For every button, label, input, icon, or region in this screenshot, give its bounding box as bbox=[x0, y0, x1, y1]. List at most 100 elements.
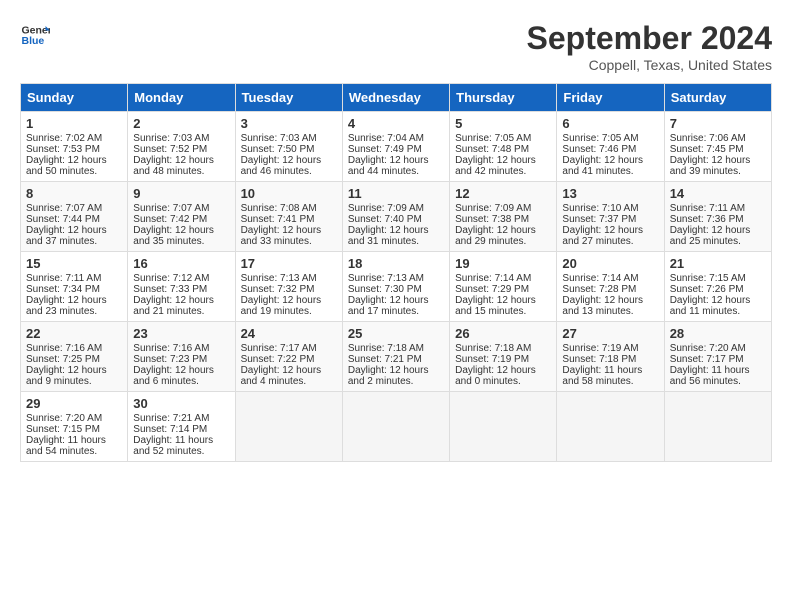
calendar-body: 1 Sunrise: 7:02 AM Sunset: 7:53 PM Dayli… bbox=[21, 112, 772, 462]
sunrise-label: Sunrise: 7:05 AM bbox=[455, 133, 531, 144]
daylight-label: Daylight: 12 hours and 13 minutes. bbox=[562, 295, 643, 317]
calendar-cell: 24 Sunrise: 7:17 AM Sunset: 7:22 PM Dayl… bbox=[235, 322, 342, 392]
calendar-cell bbox=[342, 392, 449, 462]
day-number: 30 bbox=[133, 396, 229, 411]
day-number: 11 bbox=[348, 186, 444, 201]
sunrise-label: Sunrise: 7:12 AM bbox=[133, 273, 209, 284]
daylight-label: Daylight: 12 hours and 17 minutes. bbox=[348, 295, 429, 317]
sunrise-label: Sunrise: 7:14 AM bbox=[562, 273, 638, 284]
calendar-cell bbox=[235, 392, 342, 462]
day-number: 2 bbox=[133, 116, 229, 131]
sunrise-label: Sunrise: 7:07 AM bbox=[26, 203, 102, 214]
daylight-label: Daylight: 12 hours and 0 minutes. bbox=[455, 365, 536, 387]
sunset-label: Sunset: 7:41 PM bbox=[241, 214, 315, 225]
calendar-week-3: 15 Sunrise: 7:11 AM Sunset: 7:34 PM Dayl… bbox=[21, 252, 772, 322]
day-number: 6 bbox=[562, 116, 658, 131]
calendar-cell: 22 Sunrise: 7:16 AM Sunset: 7:25 PM Dayl… bbox=[21, 322, 128, 392]
sunset-label: Sunset: 7:17 PM bbox=[670, 354, 744, 365]
calendar-cell: 26 Sunrise: 7:18 AM Sunset: 7:19 PM Dayl… bbox=[450, 322, 557, 392]
day-number: 26 bbox=[455, 326, 551, 341]
calendar-cell: 18 Sunrise: 7:13 AM Sunset: 7:30 PM Dayl… bbox=[342, 252, 449, 322]
day-number: 8 bbox=[26, 186, 122, 201]
sunset-label: Sunset: 7:23 PM bbox=[133, 354, 207, 365]
sunset-label: Sunset: 7:33 PM bbox=[133, 284, 207, 295]
sunrise-label: Sunrise: 7:08 AM bbox=[241, 203, 317, 214]
sunset-label: Sunset: 7:18 PM bbox=[562, 354, 636, 365]
sunrise-label: Sunrise: 7:09 AM bbox=[455, 203, 531, 214]
daylight-label: Daylight: 12 hours and 50 minutes. bbox=[26, 155, 107, 177]
daylight-label: Daylight: 12 hours and 15 minutes. bbox=[455, 295, 536, 317]
calendar-cell: 13 Sunrise: 7:10 AM Sunset: 7:37 PM Dayl… bbox=[557, 182, 664, 252]
daylight-label: Daylight: 12 hours and 23 minutes. bbox=[26, 295, 107, 317]
day-number: 4 bbox=[348, 116, 444, 131]
sunset-label: Sunset: 7:25 PM bbox=[26, 354, 100, 365]
calendar-cell: 6 Sunrise: 7:05 AM Sunset: 7:46 PM Dayli… bbox=[557, 112, 664, 182]
daylight-label: Daylight: 12 hours and 41 minutes. bbox=[562, 155, 643, 177]
sunset-label: Sunset: 7:53 PM bbox=[26, 144, 100, 155]
calendar-cell: 17 Sunrise: 7:13 AM Sunset: 7:32 PM Dayl… bbox=[235, 252, 342, 322]
weekday-monday: Monday bbox=[128, 84, 235, 112]
sunrise-label: Sunrise: 7:13 AM bbox=[348, 273, 424, 284]
calendar-cell: 19 Sunrise: 7:14 AM Sunset: 7:29 PM Dayl… bbox=[450, 252, 557, 322]
calendar-cell: 8 Sunrise: 7:07 AM Sunset: 7:44 PM Dayli… bbox=[21, 182, 128, 252]
sunset-label: Sunset: 7:50 PM bbox=[241, 144, 315, 155]
sunset-label: Sunset: 7:15 PM bbox=[26, 424, 100, 435]
sunset-label: Sunset: 7:52 PM bbox=[133, 144, 207, 155]
day-number: 27 bbox=[562, 326, 658, 341]
day-number: 21 bbox=[670, 256, 766, 271]
day-number: 20 bbox=[562, 256, 658, 271]
sunrise-label: Sunrise: 7:07 AM bbox=[133, 203, 209, 214]
calendar-cell: 21 Sunrise: 7:15 AM Sunset: 7:26 PM Dayl… bbox=[664, 252, 771, 322]
daylight-label: Daylight: 12 hours and 21 minutes. bbox=[133, 295, 214, 317]
calendar-cell: 3 Sunrise: 7:03 AM Sunset: 7:50 PM Dayli… bbox=[235, 112, 342, 182]
daylight-label: Daylight: 12 hours and 6 minutes. bbox=[133, 365, 214, 387]
sunrise-label: Sunrise: 7:06 AM bbox=[670, 133, 746, 144]
daylight-label: Daylight: 12 hours and 46 minutes. bbox=[241, 155, 322, 177]
sunrise-label: Sunrise: 7:16 AM bbox=[133, 343, 209, 354]
weekday-header-row: SundayMondayTuesdayWednesdayThursdayFrid… bbox=[21, 84, 772, 112]
sunrise-label: Sunrise: 7:03 AM bbox=[133, 133, 209, 144]
calendar-week-5: 29 Sunrise: 7:20 AM Sunset: 7:15 PM Dayl… bbox=[21, 392, 772, 462]
logo-icon: General Blue bbox=[20, 20, 50, 50]
daylight-label: Daylight: 12 hours and 39 minutes. bbox=[670, 155, 751, 177]
sunrise-label: Sunrise: 7:15 AM bbox=[670, 273, 746, 284]
weekday-sunday: Sunday bbox=[21, 84, 128, 112]
daylight-label: Daylight: 12 hours and 27 minutes. bbox=[562, 225, 643, 247]
calendar-table: SundayMondayTuesdayWednesdayThursdayFrid… bbox=[20, 83, 772, 462]
day-number: 14 bbox=[670, 186, 766, 201]
daylight-label: Daylight: 11 hours and 58 minutes. bbox=[562, 365, 642, 387]
day-number: 18 bbox=[348, 256, 444, 271]
daylight-label: Daylight: 12 hours and 9 minutes. bbox=[26, 365, 107, 387]
calendar-cell bbox=[664, 392, 771, 462]
day-number: 9 bbox=[133, 186, 229, 201]
day-number: 16 bbox=[133, 256, 229, 271]
title-area: September 2024 Coppell, Texas, United St… bbox=[527, 20, 772, 73]
svg-text:Blue: Blue bbox=[22, 35, 45, 47]
sunset-label: Sunset: 7:45 PM bbox=[670, 144, 744, 155]
sunset-label: Sunset: 7:28 PM bbox=[562, 284, 636, 295]
daylight-label: Daylight: 12 hours and 25 minutes. bbox=[670, 225, 751, 247]
sunrise-label: Sunrise: 7:03 AM bbox=[241, 133, 317, 144]
daylight-label: Daylight: 12 hours and 44 minutes. bbox=[348, 155, 429, 177]
main-title: September 2024 bbox=[527, 20, 772, 57]
sunset-label: Sunset: 7:49 PM bbox=[348, 144, 422, 155]
calendar-cell: 23 Sunrise: 7:16 AM Sunset: 7:23 PM Dayl… bbox=[128, 322, 235, 392]
sunset-label: Sunset: 7:48 PM bbox=[455, 144, 529, 155]
daylight-label: Daylight: 12 hours and 31 minutes. bbox=[348, 225, 429, 247]
daylight-label: Daylight: 12 hours and 19 minutes. bbox=[241, 295, 322, 317]
daylight-label: Daylight: 12 hours and 29 minutes. bbox=[455, 225, 536, 247]
sunrise-label: Sunrise: 7:04 AM bbox=[348, 133, 424, 144]
sunset-label: Sunset: 7:26 PM bbox=[670, 284, 744, 295]
sunset-label: Sunset: 7:38 PM bbox=[455, 214, 529, 225]
day-number: 5 bbox=[455, 116, 551, 131]
sunset-label: Sunset: 7:29 PM bbox=[455, 284, 529, 295]
calendar-week-4: 22 Sunrise: 7:16 AM Sunset: 7:25 PM Dayl… bbox=[21, 322, 772, 392]
daylight-label: Daylight: 12 hours and 48 minutes. bbox=[133, 155, 214, 177]
sunset-label: Sunset: 7:36 PM bbox=[670, 214, 744, 225]
calendar-cell: 12 Sunrise: 7:09 AM Sunset: 7:38 PM Dayl… bbox=[450, 182, 557, 252]
calendar-cell: 16 Sunrise: 7:12 AM Sunset: 7:33 PM Dayl… bbox=[128, 252, 235, 322]
day-number: 19 bbox=[455, 256, 551, 271]
calendar-cell: 15 Sunrise: 7:11 AM Sunset: 7:34 PM Dayl… bbox=[21, 252, 128, 322]
calendar-cell: 4 Sunrise: 7:04 AM Sunset: 7:49 PM Dayli… bbox=[342, 112, 449, 182]
daylight-label: Daylight: 12 hours and 42 minutes. bbox=[455, 155, 536, 177]
